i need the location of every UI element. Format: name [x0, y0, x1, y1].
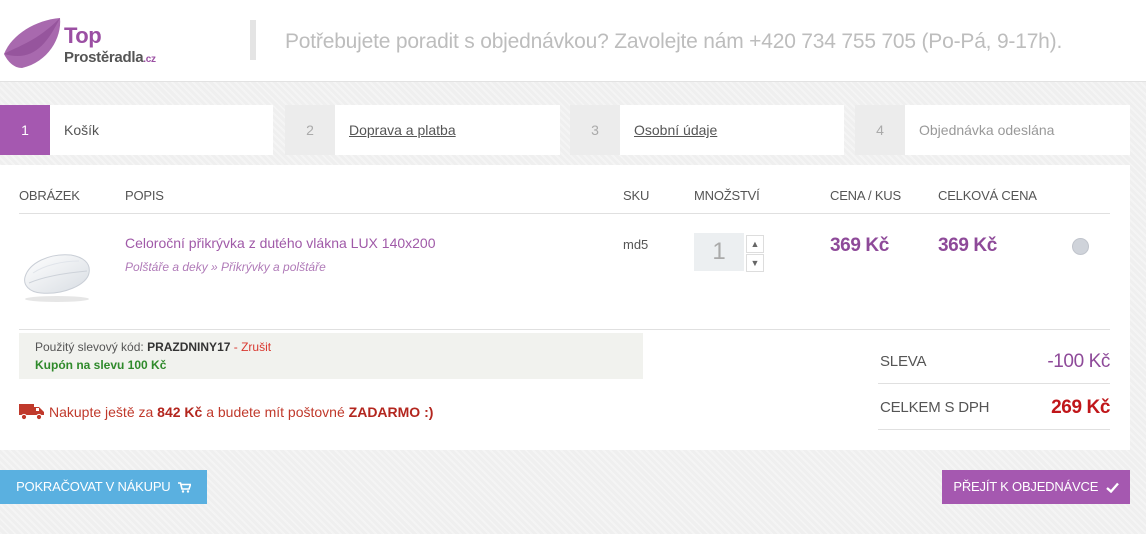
step-shipping-payment[interactable]: 2 Doprava a platba — [285, 105, 560, 155]
coupon-box: Použitý slevový kód: PRAZDNINY17 - Zruši… — [19, 333, 643, 379]
product-category-link[interactable]: Polštáře a deky » Přikrývky a polštáře — [125, 260, 326, 274]
row-divider-line — [19, 329, 1110, 330]
step-label: Košík — [64, 122, 100, 138]
step-number: 3 — [570, 105, 620, 155]
discount-label: SLEVA — [880, 353, 927, 370]
step-link-shipping[interactable]: Doprava a platba — [349, 122, 456, 138]
step-number: 2 — [285, 105, 335, 155]
coupon-code: PRAZDNINY17 — [147, 340, 231, 354]
cart-icon — [177, 482, 191, 493]
total-price: 369 Kč — [938, 235, 997, 256]
discount-value: -100 Kč — [1047, 351, 1110, 372]
remove-item-button[interactable] — [1072, 238, 1089, 255]
coupon-separator: - — [230, 340, 242, 354]
continue-shopping-button[interactable]: POKRAČOVAT V NÁKUPU — [0, 470, 207, 504]
site-logo[interactable]: Top Prostěradla.cz — [2, 16, 172, 72]
total-value: 269 Kč — [1051, 397, 1110, 418]
shipping-text-before: Nakupte ještě za — [49, 404, 158, 420]
coupon-prefix: Použitý slevový kód: — [35, 340, 144, 354]
header-sku: SKU — [623, 188, 650, 203]
logo-leaf-icon — [4, 18, 61, 68]
logo-tld: .cz — [143, 54, 156, 65]
shipping-text-middle: a budete mít poštovné — [202, 404, 349, 420]
header-image: OBRÁZEK — [19, 188, 80, 203]
quantity-decrease-button[interactable]: ▼ — [746, 254, 764, 272]
step-link-personal[interactable]: Osobní údaje — [634, 122, 717, 138]
header-phone-text: Potřebujete poradit s objednávkou? Zavol… — [285, 30, 1063, 53]
product-sku: md5 — [623, 237, 649, 252]
checkout-steps: 1 Košík 2 Doprava a platba 3 Osobní údaj… — [0, 105, 1146, 155]
coupon-line: Použitý slevový kód: PRAZDNINY17 - Zruši… — [35, 340, 271, 354]
site-header: Top Prostěradla.cz Potřebujete poradit s… — [0, 0, 1146, 82]
go-to-checkout-button[interactable]: PŘEJÍT K OBJEDNÁVCE — [942, 470, 1130, 504]
logo-sub-text: Prostěradla.cz — [64, 49, 156, 66]
shipping-free: ZADARMO :) — [348, 404, 434, 420]
continue-shopping-label: POKRAČOVAT V NÁKUPU — [16, 479, 171, 494]
step-number: 4 — [855, 105, 905, 155]
step-order-sent: 4 Objednávka odeslána — [855, 105, 1130, 155]
header-unit-price: CENA / KUS — [830, 188, 901, 203]
summary-divider-bottom — [878, 429, 1110, 430]
header-description: POPIS — [125, 188, 164, 203]
header-divider — [250, 20, 256, 60]
coupon-cancel-link[interactable]: Zrušit — [241, 340, 271, 354]
coupon-message: Kupón na slevu 100 Kč — [35, 358, 167, 372]
header-total-price: CELKOVÁ CENA — [938, 188, 1037, 203]
step-cart: 1 Košík — [0, 105, 273, 155]
header-quantity: MNOŽSTVÍ — [694, 188, 760, 203]
cart-panel: OBRÁZEK POPIS SKU MNOŽSTVÍ CENA / KUS CE… — [0, 165, 1130, 450]
quantity-input[interactable]: 1 — [694, 233, 744, 271]
step-label: Objednávka odeslána — [919, 122, 1055, 138]
unit-price: 369 Kč — [830, 235, 889, 256]
product-image[interactable] — [19, 243, 93, 303]
check-icon — [1105, 482, 1119, 493]
summary-divider — [878, 383, 1110, 384]
chevron-down-icon: ▼ — [750, 258, 760, 268]
free-shipping-notice: Nakupte ještě za 842 Kč a budete mít poš… — [19, 402, 433, 420]
quantity-increase-button[interactable]: ▲ — [746, 235, 764, 253]
step-number: 1 — [0, 105, 50, 155]
truck-icon — [19, 404, 44, 420]
header-divider-line — [19, 213, 1110, 214]
checkout-label: PŘEJÍT K OBJEDNÁVCE — [953, 479, 1099, 494]
total-label: CELKEM S DPH — [880, 399, 990, 416]
chevron-up-icon: ▲ — [750, 239, 760, 249]
logo-top-text: Top — [64, 23, 102, 48]
step-personal-info[interactable]: 3 Osobní údaje — [570, 105, 844, 155]
product-name-link[interactable]: Celoroční přikrývka z dutého vlákna LUX … — [125, 235, 436, 251]
duvet-icon — [24, 254, 90, 302]
shipping-amount: 842 Kč — [157, 404, 203, 420]
